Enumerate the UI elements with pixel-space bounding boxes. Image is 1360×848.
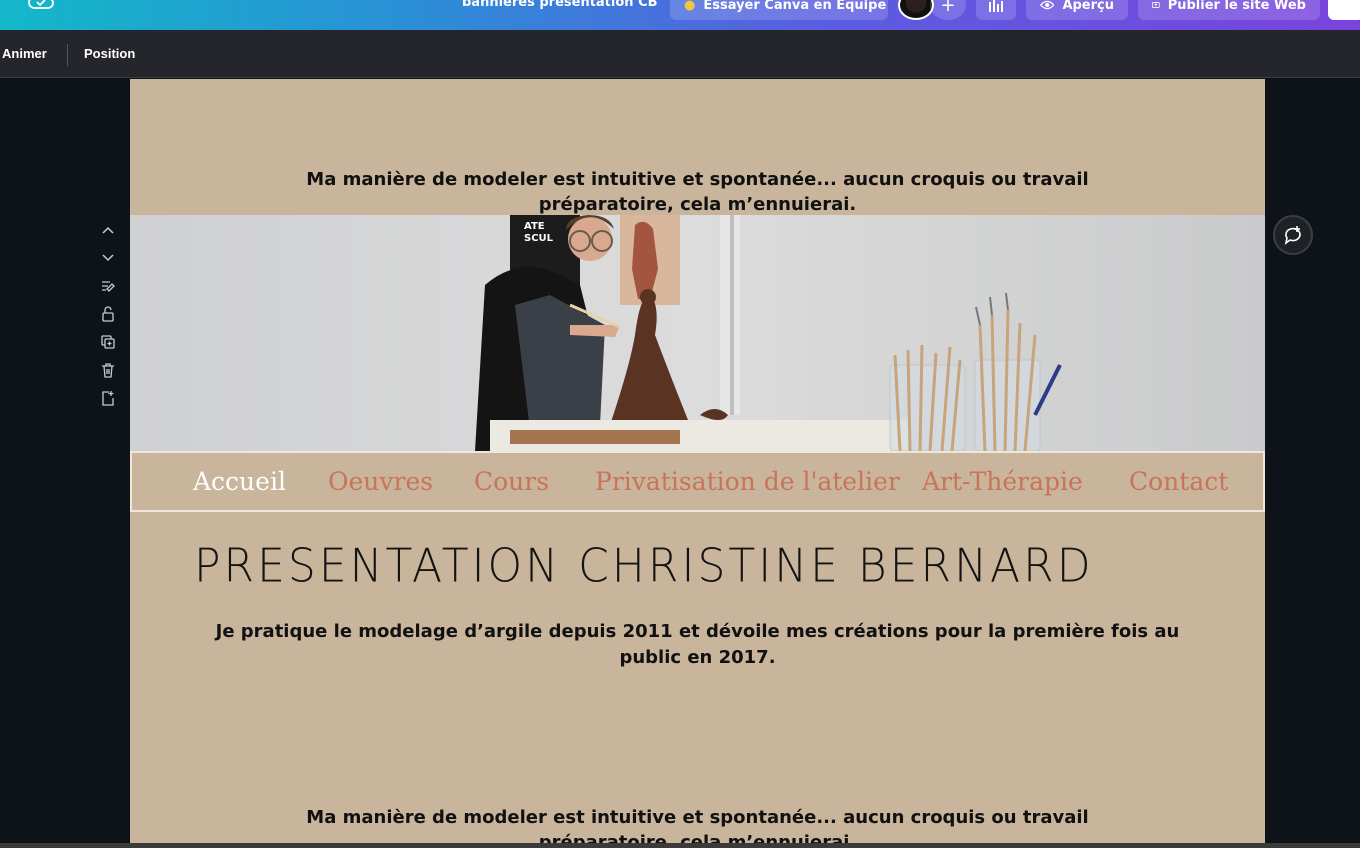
svg-text:SCUL: SCUL xyxy=(524,233,554,244)
publish-label: Publier le site Web xyxy=(1167,0,1306,13)
editor-topbar: bannières présentation CB ● Essayer Canv… xyxy=(0,0,1360,30)
crown-icon: ● xyxy=(684,0,696,13)
atelier-photo[interactable]: ATE SCUL xyxy=(130,215,1265,451)
cloud-saved-icon[interactable] xyxy=(28,0,54,10)
intro-paragraph[interactable]: Je pratique le modelage d’argile depuis … xyxy=(200,619,1195,671)
comment-plus-icon xyxy=(1284,226,1301,245)
insights-button[interactable] xyxy=(976,0,1016,20)
duplicate-icon[interactable] xyxy=(96,330,120,354)
site-navigation: Accueil Oeuvres Cours Privatisation de l… xyxy=(130,451,1265,512)
quote-text-bottom[interactable]: Ma manière de modeler est intuitive et s… xyxy=(240,805,1155,848)
move-down-icon[interactable] xyxy=(96,246,120,270)
editor-context-toolbar: Animer Position xyxy=(0,30,1360,78)
add-comment-button[interactable] xyxy=(1273,215,1313,255)
try-canva-teams-button[interactable]: ● Essayer Canva en Équipe xyxy=(670,0,888,20)
sculptor-photo-image: ATE SCUL xyxy=(130,215,1265,451)
document-title[interactable]: bannières présentation CB xyxy=(462,0,658,10)
user-avatar[interactable] xyxy=(898,0,934,20)
toolbar-divider xyxy=(67,44,68,66)
nav-link-oeuvres[interactable]: Oeuvres xyxy=(328,467,433,496)
share-button[interactable] xyxy=(1328,0,1360,20)
bottom-scroll-edge xyxy=(0,843,1360,848)
unlock-icon[interactable] xyxy=(96,302,120,326)
svg-text:ATE: ATE xyxy=(524,221,545,232)
design-page[interactable]: Ma manière de modeler est intuitive et s… xyxy=(130,79,1265,848)
move-up-icon[interactable] xyxy=(96,218,120,242)
nav-link-cours[interactable]: Cours xyxy=(474,467,549,496)
nav-link-privatisation[interactable]: Privatisation de l'atelier xyxy=(595,467,900,496)
add-page-icon[interactable] xyxy=(96,386,120,410)
team-button-label: Essayer Canva en Équipe xyxy=(703,0,887,13)
quote-text-top[interactable]: Ma manière de modeler est intuitive et s… xyxy=(240,167,1155,217)
publish-website-button[interactable]: Publier le site Web xyxy=(1138,0,1320,20)
trash-icon[interactable] xyxy=(96,358,120,382)
nav-link-contact[interactable]: Contact xyxy=(1129,467,1228,496)
position-button[interactable]: Position xyxy=(84,46,135,61)
notes-edit-icon[interactable] xyxy=(96,274,120,298)
page-side-tools xyxy=(96,218,120,414)
animate-button[interactable]: Animer xyxy=(2,46,47,61)
bar-chart-icon xyxy=(989,0,1003,12)
preview-label: Aperçu xyxy=(1062,0,1114,13)
eye-icon xyxy=(1040,0,1055,10)
publish-icon xyxy=(1152,2,1160,8)
nav-link-accueil[interactable]: Accueil xyxy=(193,467,286,496)
preview-button[interactable]: Aperçu xyxy=(1026,0,1128,20)
add-collaborator-button[interactable]: + xyxy=(930,0,966,20)
nav-link-art-therapie[interactable]: Art-Thérapie xyxy=(922,467,1083,496)
page-heading[interactable]: PRESENTATION CHRISTINE BERNARD xyxy=(194,540,1094,594)
